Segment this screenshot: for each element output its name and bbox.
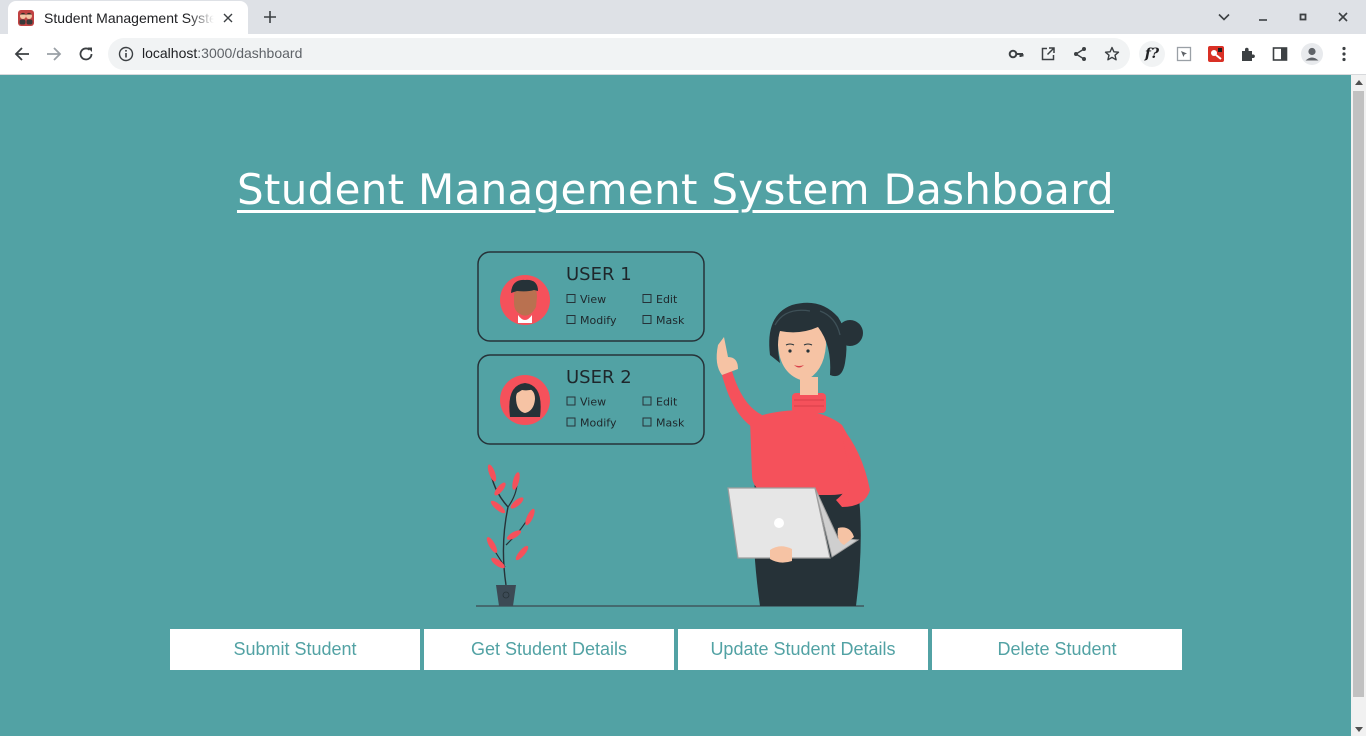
close-window-icon[interactable] (1331, 5, 1355, 29)
forward-icon[interactable] (38, 38, 70, 70)
reload-icon[interactable] (70, 38, 102, 70)
url-host: localhost (142, 45, 198, 61)
browser-tab[interactable]: Student Management System (8, 1, 248, 34)
profile-icon[interactable] (1296, 38, 1328, 70)
user-card-1: USER 1 View Edit Modify Mask (477, 251, 705, 342)
plant-illustration (486, 464, 535, 606)
open-in-app-icon[interactable] (1036, 42, 1060, 66)
tab-title: Student Management System (44, 9, 214, 26)
user-2-opt-view: View (580, 396, 606, 409)
maximize-icon[interactable] (1291, 5, 1315, 29)
info-icon[interactable] (118, 46, 134, 62)
woman-illustration (716, 302, 870, 606)
dashboard-illustration: USER 1 View Edit Modify Mask USER 2 View… (476, 251, 870, 607)
tab-search-chevron-icon[interactable] (1212, 5, 1236, 29)
back-icon[interactable] (6, 38, 38, 70)
update-student-details-button[interactable]: Update Student Details (678, 629, 928, 670)
url-path: :3000/dashboard (197, 45, 303, 61)
user-1-opt-edit: Edit (656, 293, 678, 306)
submit-student-button[interactable]: Submit Student (170, 629, 420, 670)
user-2-opt-edit: Edit (656, 396, 678, 409)
user-2-opt-mask: Mask (656, 417, 685, 430)
scroll-up-arrow-icon[interactable] (1351, 75, 1366, 89)
extension-cursor-icon[interactable] (1168, 38, 1200, 70)
page-title: Student Management System Dashboard (236, 165, 1115, 214)
menu-icon[interactable] (1328, 38, 1360, 70)
delete-student-button[interactable]: Delete Student (932, 629, 1182, 670)
get-student-details-button[interactable]: Get Student Details (424, 629, 674, 670)
puzzle-icon[interactable] (1232, 38, 1264, 70)
extension-red-icon[interactable] (1200, 38, 1232, 70)
user-card-2: USER 2 View Edit Modify Mask (477, 354, 705, 445)
close-tab-icon[interactable] (218, 8, 238, 28)
user-1-opt-view: View (580, 293, 606, 306)
minimize-icon[interactable] (1251, 5, 1275, 29)
share-icon[interactable] (1068, 42, 1092, 66)
new-tab-icon[interactable] (258, 5, 282, 29)
app-favicon-icon (18, 9, 34, 26)
user-1-opt-modify: Modify (580, 314, 617, 327)
extension-f-icon[interactable]: f? (1136, 38, 1168, 70)
scrollbar-thumb[interactable] (1353, 91, 1364, 697)
vertical-scrollbar[interactable] (1351, 75, 1366, 736)
action-button-row: Submit Student Get Student Details Updat… (170, 629, 1182, 670)
user-1-opt-mask: Mask (656, 314, 685, 327)
side-panel-icon[interactable] (1264, 38, 1296, 70)
key-icon[interactable] (1004, 42, 1028, 66)
user-1-label: USER 1 (566, 264, 632, 285)
tab-strip: Student Management System (0, 0, 1366, 34)
scroll-down-arrow-icon[interactable] (1351, 722, 1366, 736)
user-2-opt-modify: Modify (580, 417, 617, 430)
url-text[interactable]: localhost:3000/dashboard (142, 45, 302, 61)
user-2-label: USER 2 (566, 367, 632, 388)
address-bar[interactable]: localhost:3000/dashboard (108, 38, 1130, 70)
page-viewport: Student Management System Dashboard USER… (0, 75, 1351, 736)
browser-toolbar: localhost:3000/dashboard f? (0, 34, 1366, 75)
star-icon[interactable] (1100, 42, 1124, 66)
